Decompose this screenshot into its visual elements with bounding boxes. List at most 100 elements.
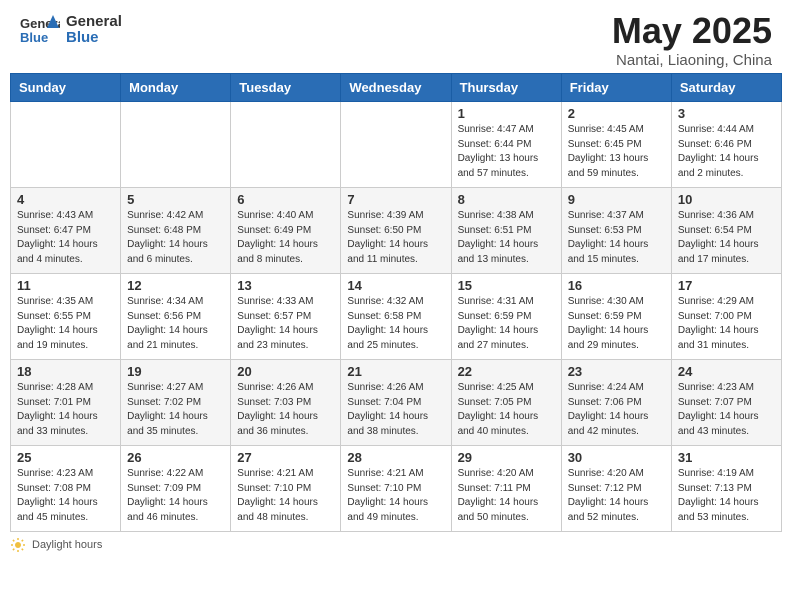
day-number: 30 <box>568 450 665 465</box>
day-number: 17 <box>678 278 775 293</box>
day-number: 1 <box>458 106 555 121</box>
day-number: 12 <box>127 278 224 293</box>
table-row: 3 Sunrise: 4:44 AMSunset: 6:46 PMDaylight… <box>671 102 781 188</box>
day-number: 8 <box>458 192 555 207</box>
day-info: Sunrise: 4:23 AMSunset: 7:07 PMDaylight:… <box>678 381 775 439</box>
table-row: 26 Sunrise: 4:22 AMSunset: 7:09 PMDayligh… <box>121 446 231 532</box>
day-info: Sunrise: 4:44 AMSunset: 6:46 PMDaylight:… <box>678 123 775 181</box>
day-number: 23 <box>568 364 665 379</box>
day-number: 13 <box>237 278 334 293</box>
day-info: Sunrise: 4:24 AMSunset: 7:06 PMDaylight:… <box>568 381 665 439</box>
day-number: 6 <box>237 192 334 207</box>
day-number: 29 <box>458 450 555 465</box>
calendar-week-row: 1 Sunrise: 4:47 AMSunset: 6:44 PMDaylight… <box>11 102 782 188</box>
table-row: 4Sunrise: 4:43 AMSunset: 6:47 PMDaylight… <box>11 188 121 274</box>
day-info: Sunrise: 4:22 AMSunset: 7:09 PMDaylight:… <box>127 467 224 525</box>
day-number: 22 <box>458 364 555 379</box>
main-title: May 2025 <box>612 10 772 52</box>
table-row: 20Sunrise: 4:26 AMSunset: 7:03 PMDayligh… <box>231 360 341 446</box>
table-row: 7Sunrise: 4:39 AMSunset: 6:50 PMDaylight… <box>341 188 451 274</box>
table-row: 11 Sunrise: 4:35 AMSunset: 6:55 PMDayligh… <box>11 274 121 360</box>
day-info: Sunrise: 4:21 AMSunset: 7:10 PMDaylight:… <box>347 467 444 525</box>
day-number: 10 <box>678 192 775 207</box>
table-row: 17 Sunrise: 4:29 AMSunset: 7:00 PMDayligh… <box>671 274 781 360</box>
col-saturday: Saturday <box>671 74 781 102</box>
day-number: 18 <box>17 364 114 379</box>
table-row: 2Sunrise: 4:45 AMSunset: 6:45 PMDaylight… <box>561 102 671 188</box>
day-info: Sunrise: 4:28 AMSunset: 7:01 PMDaylight:… <box>17 381 114 439</box>
day-info: Sunrise: 4:39 AMSunset: 6:50 PMDaylight:… <box>347 209 444 267</box>
title-block: May 2025 Nantai, Liaoning, China <box>612 10 772 69</box>
day-info: Sunrise: 4:38 AMSunset: 6:51 PMDaylight:… <box>458 209 555 267</box>
table-row: 27 Sunrise: 4:21 AMSunset: 7:10 PMDayligh… <box>231 446 341 532</box>
day-info: Sunrise: 4:26 AMSunset: 7:03 PMDaylight:… <box>237 381 334 439</box>
day-info: Sunrise: 4:21 AMSunset: 7:10 PMDaylight:… <box>237 467 334 525</box>
day-info: Sunrise: 4:25 AMSunset: 7:05 PMDaylight:… <box>458 381 555 439</box>
table-row: 24 Sunrise: 4:23 AMSunset: 7:07 PMDayligh… <box>671 360 781 446</box>
day-info: Sunrise: 4:19 AMSunset: 7:13 PMDaylight:… <box>678 467 775 525</box>
table-row: 13 Sunrise: 4:33 AMSunset: 6:57 PMDayligh… <box>231 274 341 360</box>
day-number: 14 <box>347 278 444 293</box>
day-info: Sunrise: 4:35 AMSunset: 6:55 PMDaylight:… <box>17 295 114 353</box>
table-row: 5 Sunrise: 4:42 AMSunset: 6:48 PMDaylight… <box>121 188 231 274</box>
logo-general: General <box>66 14 122 31</box>
day-info: Sunrise: 4:47 AMSunset: 6:44 PMDaylight:… <box>458 123 555 181</box>
table-row: 10 Sunrise: 4:36 AMSunset: 6:54 PMDayligh… <box>671 188 781 274</box>
table-row <box>341 102 451 188</box>
header: General Blue General Blue May 2025 Nanta… <box>0 0 792 73</box>
day-info: Sunrise: 4:26 AMSunset: 7:04 PMDaylight:… <box>347 381 444 439</box>
table-row <box>231 102 341 188</box>
logo-icon: General Blue <box>20 10 60 50</box>
day-info: Sunrise: 4:23 AMSunset: 7:08 PMDaylight:… <box>17 467 114 525</box>
day-number: 27 <box>237 450 334 465</box>
day-number: 5 <box>127 192 224 207</box>
table-row: 19 Sunrise: 4:27 AMSunset: 7:02 PMDayligh… <box>121 360 231 446</box>
calendar-week-row: 25 Sunrise: 4:23 AMSunset: 7:08 PMDayligh… <box>11 446 782 532</box>
day-info: Sunrise: 4:27 AMSunset: 7:02 PMDaylight:… <box>127 381 224 439</box>
daylight-hours-label: Daylight hours <box>32 539 102 551</box>
day-info: Sunrise: 4:33 AMSunset: 6:57 PMDaylight:… <box>237 295 334 353</box>
day-info: Sunrise: 4:45 AMSunset: 6:45 PMDaylight:… <box>568 123 665 181</box>
table-row: 6 Sunrise: 4:40 AMSunset: 6:49 PMDaylight… <box>231 188 341 274</box>
table-row: 23 Sunrise: 4:24 AMSunset: 7:06 PMDayligh… <box>561 360 671 446</box>
table-row: 18 Sunrise: 4:28 AMSunset: 7:01 PMDayligh… <box>11 360 121 446</box>
table-row: 8 Sunrise: 4:38 AMSunset: 6:51 PMDaylight… <box>451 188 561 274</box>
calendar: Sunday Monday Tuesday Wednesday Thursday… <box>10 73 782 532</box>
day-number: 9 <box>568 192 665 207</box>
day-number: 31 <box>678 450 775 465</box>
day-number: 3 <box>678 106 775 121</box>
calendar-week-row: 18 Sunrise: 4:28 AMSunset: 7:01 PMDayligh… <box>11 360 782 446</box>
table-row: 21 Sunrise: 4:26 AMSunset: 7:04 PMDayligh… <box>341 360 451 446</box>
day-number: 26 <box>127 450 224 465</box>
day-number: 19 <box>127 364 224 379</box>
table-row: 12Sunrise: 4:34 AMSunset: 6:56 PMDayligh… <box>121 274 231 360</box>
day-number: 25 <box>17 450 114 465</box>
day-number: 15 <box>458 278 555 293</box>
subtitle: Nantai, Liaoning, China <box>612 52 772 69</box>
day-info: Sunrise: 4:42 AMSunset: 6:48 PMDaylight:… <box>127 209 224 267</box>
day-info: Sunrise: 4:30 AMSunset: 6:59 PMDaylight:… <box>568 295 665 353</box>
day-number: 11 <box>17 278 114 293</box>
table-row <box>11 102 121 188</box>
table-row: 29Sunrise: 4:20 AMSunset: 7:11 PMDayligh… <box>451 446 561 532</box>
table-row <box>121 102 231 188</box>
day-number: 21 <box>347 364 444 379</box>
day-number: 24 <box>678 364 775 379</box>
logo: General Blue General Blue <box>20 10 122 50</box>
calendar-week-row: 4Sunrise: 4:43 AMSunset: 6:47 PMDaylight… <box>11 188 782 274</box>
col-thursday: Thursday <box>451 74 561 102</box>
day-info: Sunrise: 4:29 AMSunset: 7:00 PMDaylight:… <box>678 295 775 353</box>
day-info: Sunrise: 4:36 AMSunset: 6:54 PMDaylight:… <box>678 209 775 267</box>
day-info: Sunrise: 4:37 AMSunset: 6:53 PMDaylight:… <box>568 209 665 267</box>
table-row: 30Sunrise: 4:20 AMSunset: 7:12 PMDayligh… <box>561 446 671 532</box>
day-number: 4 <box>17 192 114 207</box>
table-row: 31 Sunrise: 4:19 AMSunset: 7:13 PMDayligh… <box>671 446 781 532</box>
col-sunday: Sunday <box>11 74 121 102</box>
day-info: Sunrise: 4:32 AMSunset: 6:58 PMDaylight:… <box>347 295 444 353</box>
footer: Daylight hours <box>0 532 792 558</box>
day-info: Sunrise: 4:40 AMSunset: 6:49 PMDaylight:… <box>237 209 334 267</box>
table-row: 16Sunrise: 4:30 AMSunset: 6:59 PMDayligh… <box>561 274 671 360</box>
table-row: 9 Sunrise: 4:37 AMSunset: 6:53 PMDaylight… <box>561 188 671 274</box>
table-row: 14 Sunrise: 4:32 AMSunset: 6:58 PMDayligh… <box>341 274 451 360</box>
col-wednesday: Wednesday <box>341 74 451 102</box>
